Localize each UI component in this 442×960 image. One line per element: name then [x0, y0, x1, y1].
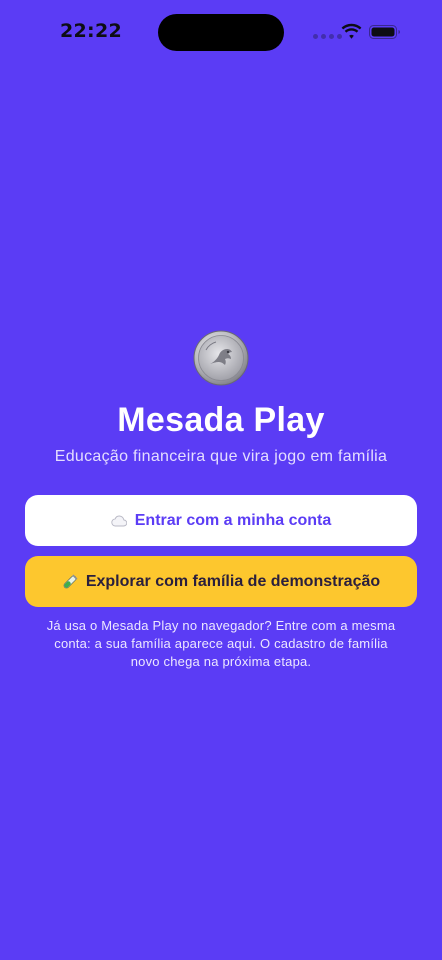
- dynamic-island: [158, 14, 284, 51]
- app-subtitle: Educação financeira que vira jogo em fam…: [54, 448, 388, 465]
- login-button[interactable]: Entrar com a minha conta: [25, 495, 417, 546]
- coin-icon: [193, 330, 249, 386]
- status-bar: 22:22: [0, 0, 442, 66]
- login-button-label: Entrar com a minha conta: [134, 511, 332, 529]
- demo-family-button[interactable]: Explorar com família de demonstração: [25, 556, 417, 607]
- welcome-screen: 22:22 Mesada Play Educação financeira qu…: [0, 0, 442, 960]
- battery-icon: [369, 25, 400, 39]
- test-tube-icon: [62, 574, 78, 590]
- wifi-icon: [341, 23, 362, 39]
- app-title: Mesada Play: [117, 401, 325, 439]
- cellular-signal-icon: [313, 34, 342, 39]
- cloud-icon: [111, 513, 127, 529]
- status-time: 22:22: [60, 20, 122, 42]
- account-hint-text: Já usa o Mesada Play no navegador? Entre…: [46, 618, 396, 669]
- demo-family-button-label: Explorar com família de demonstração: [85, 572, 381, 590]
